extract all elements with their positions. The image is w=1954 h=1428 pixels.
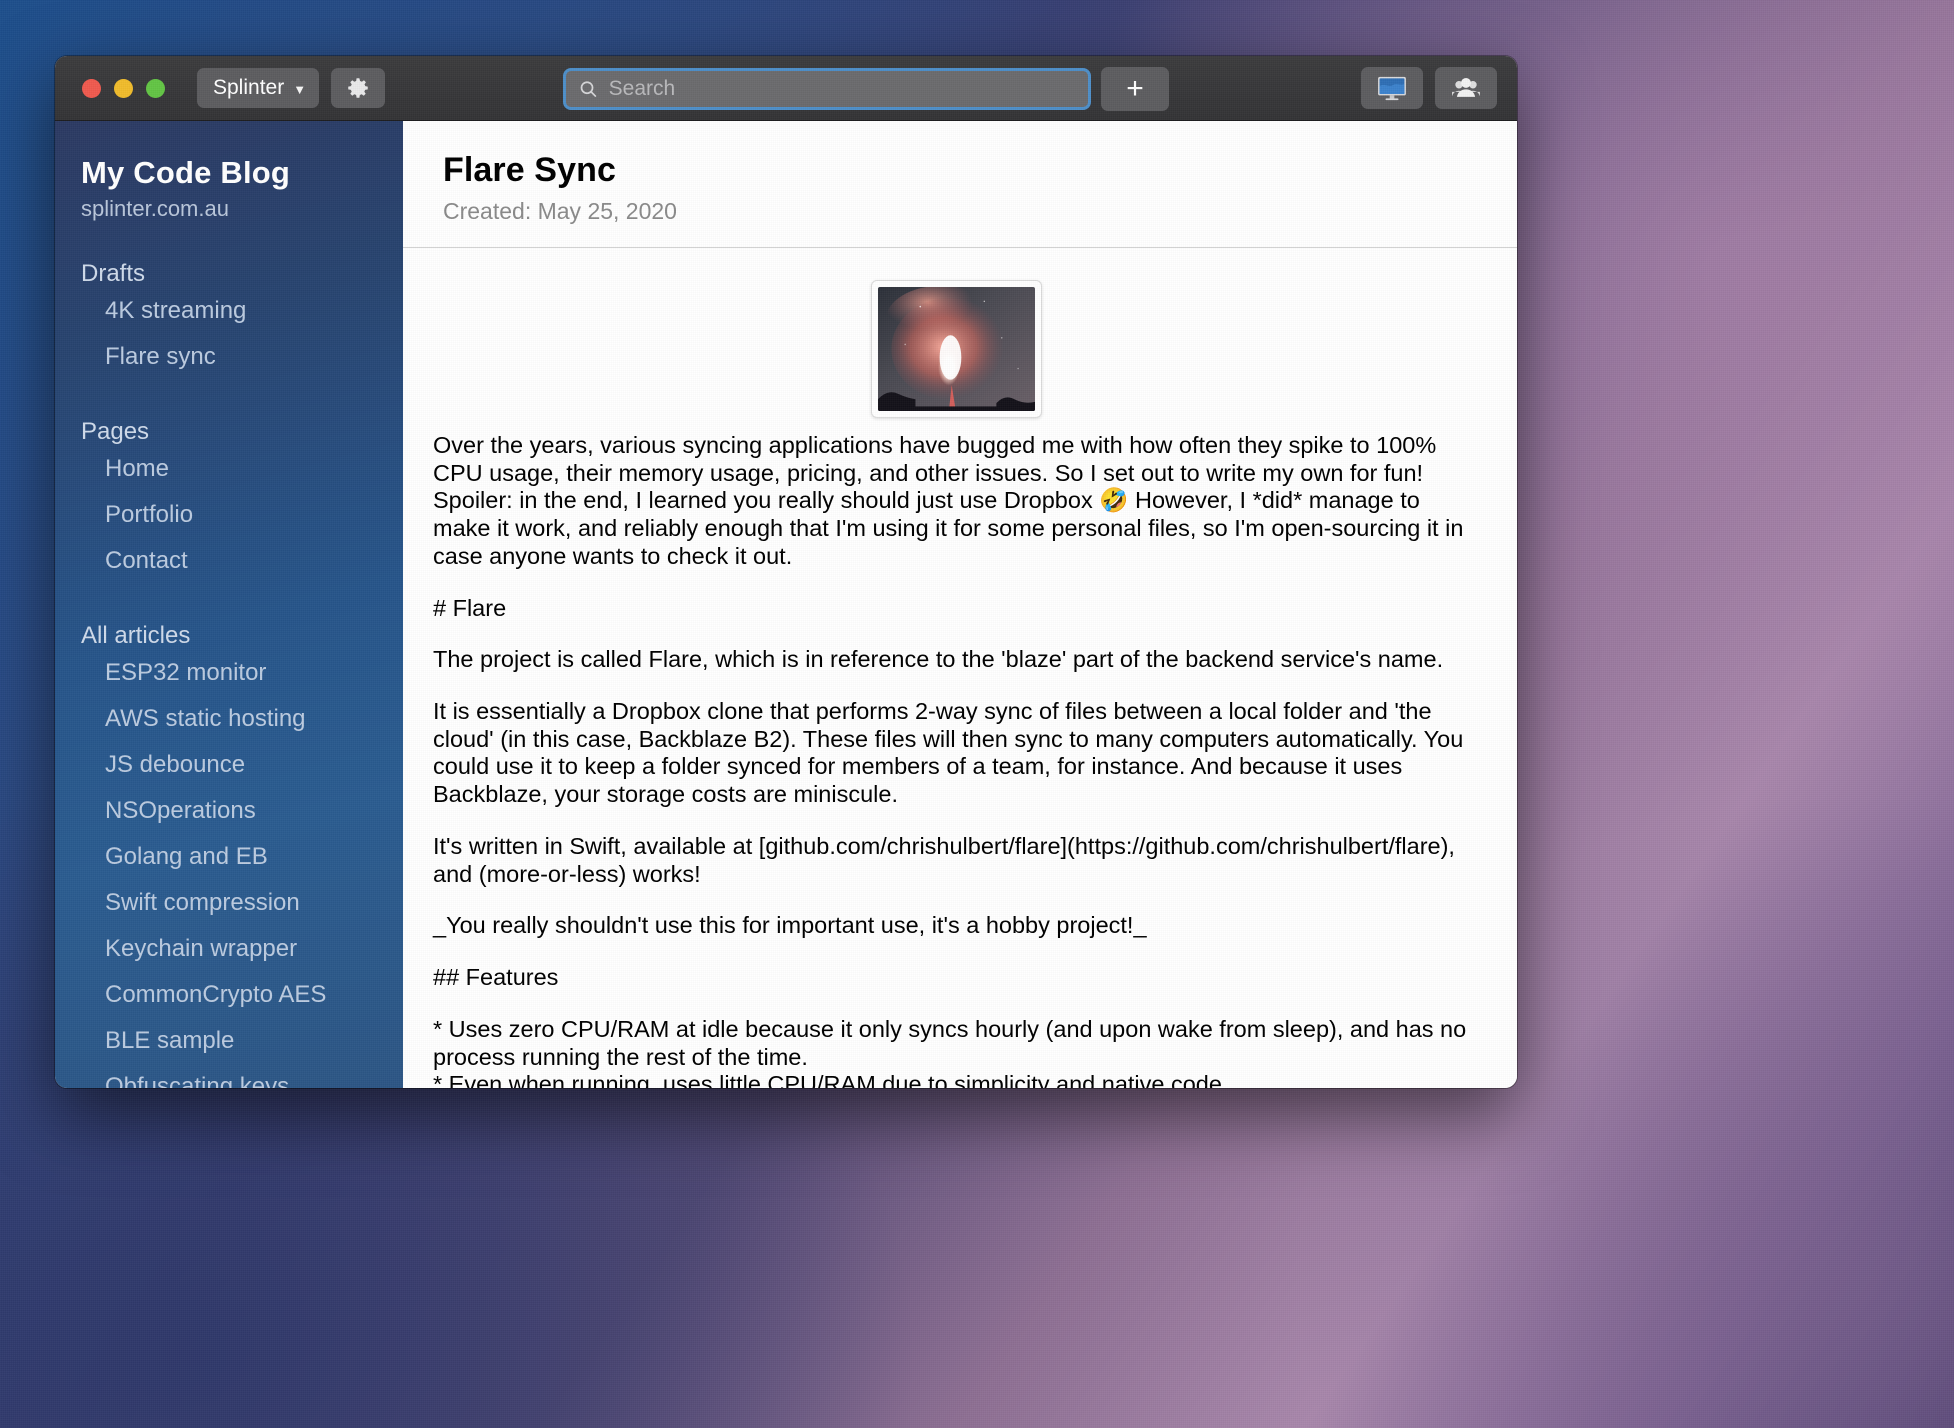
article-paragraph: It is essentially a Dropbox clone that p… — [433, 698, 1464, 808]
gear-icon — [348, 78, 368, 98]
article-paragraph: The project is called Flare, which is in… — [433, 646, 1444, 673]
sidebar-item-contact[interactable]: Contact — [55, 538, 403, 584]
window-body: My Code Blog splinter.com.au Drafts 4K st… — [55, 121, 1517, 1088]
window-toolbar: Splinter ▼ + — [55, 56, 1517, 121]
flare-photo — [877, 287, 1035, 411]
sidebar-item-portfolio[interactable]: Portfolio — [55, 492, 403, 538]
sidebar-item-golang-and-eb[interactable]: Golang and EB — [55, 834, 403, 880]
app-window: Splinter ▼ + — [55, 56, 1517, 1088]
share-button[interactable] — [1435, 67, 1497, 109]
article-paragraphs: Over the years, various syncing applicat… — [433, 432, 1479, 1088]
article-paragraph: Over the years, various syncing applicat… — [433, 432, 1464, 569]
chevron-down-icon: ▼ — [293, 81, 307, 97]
sidebar-item-aws-static-hosting[interactable]: AWS static hosting — [55, 696, 403, 742]
article-paragraph: # Flare — [433, 594, 507, 621]
article-body[interactable]: Over the years, various syncing applicat… — [403, 248, 1517, 1088]
add-button-label: + — [1126, 72, 1144, 105]
sidebar-sections: Drafts 4K streaming Flare sync Pages Home Por… — [55, 222, 403, 1088]
blog-title: My Code Blog — [81, 155, 291, 190]
blog-url: splinter.com.au — [81, 196, 229, 221]
sidebar-item-nsoperations[interactable]: NSOperations — [55, 788, 403, 834]
sidebar-section-header: Pages — [81, 418, 150, 445]
sidebar-item-flare-sync[interactable]: Flare sync — [55, 334, 403, 380]
minimize-button[interactable] — [114, 78, 133, 98]
display-icon — [1378, 76, 1406, 101]
sidebar-section-header: Drafts — [81, 260, 146, 287]
article-pane: Flare Sync Created: May 25, 2020 Over th… — [403, 121, 1517, 1088]
sidebar-item-swift-compression[interactable]: Swift compression — [55, 880, 403, 926]
site-picker-label: Splinter — [213, 76, 285, 99]
sidebar: My Code Blog splinter.com.au Drafts 4K st… — [55, 121, 403, 1088]
article-paragraph: _You really shouldn't use this for impor… — [433, 912, 1147, 939]
article-header: Flare Sync Created: May 25, 2020 — [403, 121, 1517, 248]
search-input[interactable] — [608, 77, 1076, 101]
article-paragraph: ## Features — [433, 964, 559, 991]
sidebar-item-keychain-wrapper[interactable]: Keychain wrapper — [55, 926, 403, 972]
desktop-background: Splinter ▼ + — [0, 0, 1954, 1428]
article-paragraph: It's written in Swift, available at [git… — [433, 832, 1455, 887]
site-picker-button[interactable]: Splinter ▼ — [197, 68, 320, 108]
maximize-button[interactable] — [146, 78, 165, 98]
sidebar-section-header: All articles — [81, 622, 191, 649]
sidebar-item-js-debounce[interactable]: JS debounce — [55, 742, 403, 788]
sidebar-item-esp32-monitor[interactable]: ESP32 monitor — [55, 650, 403, 696]
article-created-date: Created: May 25, 2020 — [443, 198, 677, 224]
article-paragraph: * Uses zero CPU/RAM at idle because it o… — [433, 1015, 1467, 1088]
page-title: Flare Sync — [443, 151, 616, 189]
sidebar-item-obfuscating-keys[interactable]: Obfuscating keys — [55, 1064, 403, 1088]
search-field[interactable] — [563, 68, 1091, 110]
search-icon — [580, 81, 597, 97]
sidebar-item-commoncrypto-aes[interactable]: CommonCrypto AES — [55, 972, 403, 1018]
toolbar-right-group — [1361, 67, 1497, 109]
people-icon — [1452, 77, 1480, 97]
thumbnail-card[interactable] — [870, 280, 1042, 418]
add-button[interactable]: + — [1101, 67, 1169, 111]
preview-button[interactable] — [1361, 67, 1423, 109]
preferences-button[interactable] — [331, 68, 386, 108]
close-button[interactable] — [82, 78, 101, 98]
sidebar-item-home[interactable]: Home — [55, 446, 403, 492]
sidebar-item-4k-streaming[interactable]: 4K streaming — [55, 288, 403, 334]
traffic-lights — [82, 78, 165, 98]
sidebar-item-ble-sample[interactable]: BLE sample — [55, 1018, 403, 1064]
